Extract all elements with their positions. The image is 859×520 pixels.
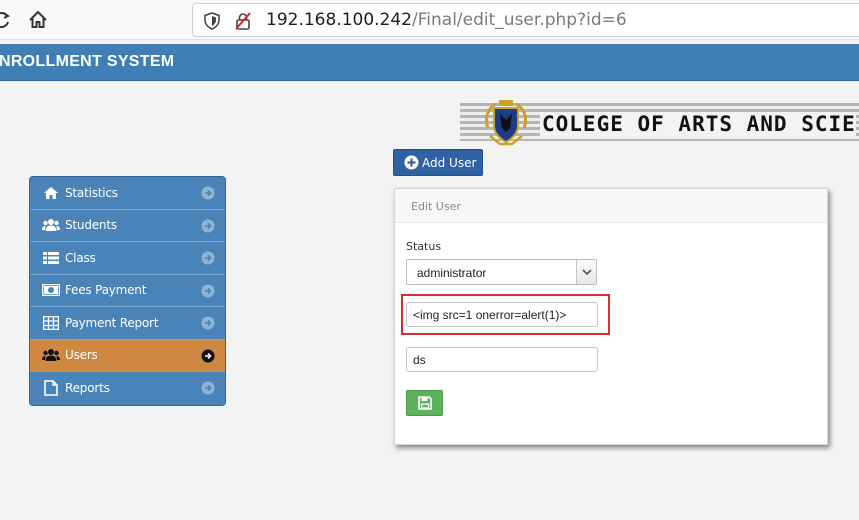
save-icon [417, 396, 432, 410]
sidebar-item-label: Class [65, 250, 96, 265]
password-field[interactable]: ds [406, 347, 598, 372]
users-icon [42, 217, 60, 233]
home-icon[interactable] [26, 8, 50, 32]
sidebar-item-students[interactable]: Students [30, 209, 225, 242]
chevron-right-circle-icon [201, 316, 215, 330]
status-label: Status [406, 240, 442, 253]
sidebar-item-label: Fees Payment [65, 283, 147, 298]
sidebar-item-label: Reports [65, 381, 110, 396]
url-text: 192.168.100.242/Final/edit_user.php?id=6 [266, 10, 627, 30]
file-icon [42, 380, 60, 397]
sidebar-item-statistics[interactable]: Statistics [30, 177, 225, 210]
status-select[interactable]: administrator [406, 259, 597, 285]
chevron-right-circle-icon [201, 186, 215, 200]
url-path: /Final/edit_user.php?id=6 [412, 10, 627, 30]
insecure-lock-icon[interactable] [233, 11, 253, 31]
chevron-right-circle-icon [201, 284, 215, 297]
chevron-right-circle-icon [201, 349, 215, 362]
sidebar-item-label: Statistics [65, 185, 118, 200]
home-icon [42, 185, 60, 201]
college-banner: COLEGE OF ARTS AND SCIE [460, 98, 859, 148]
sidebar-item-fees-payment[interactable]: Fees Payment [30, 274, 225, 307]
app-header: ENROLLMENT SYSTEM [0, 44, 859, 81]
add-user-label: Add User [422, 155, 477, 170]
money-icon [42, 282, 60, 298]
sidebar-item-label: Payment Report [65, 315, 159, 330]
chevron-right-circle-icon [201, 381, 215, 395]
chevron-right-circle-icon [201, 251, 215, 265]
users-icon [42, 347, 60, 363]
sidebar-item-payment-report[interactable]: Payment Report [30, 307, 225, 340]
reload-icon[interactable] [0, 8, 14, 32]
status-select-value: administrator [417, 266, 487, 280]
username-field[interactable]: <img src=1 onerror=alert(1)> [406, 302, 598, 327]
address-bar[interactable]: 192.168.100.242/Final/edit_user.php?id=6 [192, 3, 859, 37]
app-title: ENROLLMENT SYSTEM [0, 53, 175, 70]
browser-toolbar: 192.168.100.242/Final/edit_user.php?id=6 [0, 0, 859, 40]
college-seal-logo [480, 98, 532, 148]
table-icon [42, 315, 60, 331]
chevron-right-circle-icon [201, 219, 215, 232]
sidebar-item-label: Users [65, 348, 98, 363]
save-button[interactable] [406, 390, 443, 416]
sidebar-item-users[interactable]: Users [30, 339, 225, 372]
banner-text: COLEGE OF ARTS AND SCIE [540, 112, 856, 136]
sidebar-item-class[interactable]: Class [30, 242, 225, 275]
sidebar-item-label: Students [65, 218, 117, 233]
edit-user-panel: Edit User Status administrator <img src=… [394, 188, 828, 445]
sidebar-menu: Statistics Students Class Fees Payment P… [29, 176, 226, 406]
list-icon [42, 250, 60, 266]
chevron-down-icon[interactable] [576, 260, 596, 284]
shield-icon[interactable] [203, 12, 221, 30]
sidebar-item-reports[interactable]: Reports [30, 372, 225, 405]
panel-heading: Edit User [395, 189, 827, 223]
add-user-button[interactable]: Add User [393, 149, 483, 176]
url-host: 192.168.100.242 [266, 10, 413, 30]
plus-circle-icon [404, 155, 419, 170]
